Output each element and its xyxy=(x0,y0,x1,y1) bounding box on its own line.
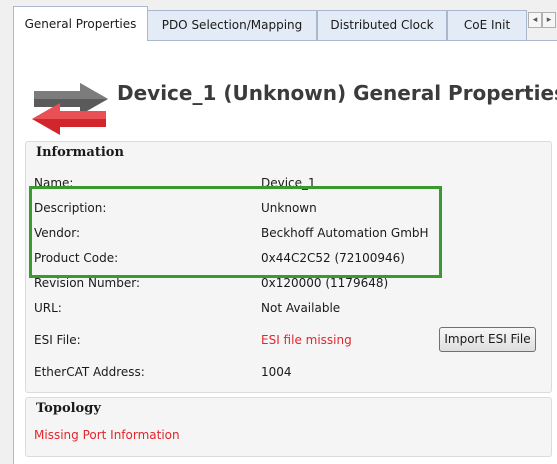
missing-port-information-text: Missing Port Information xyxy=(34,428,180,442)
tab-general-properties[interactable]: General Properties xyxy=(13,6,148,41)
info-row-product-code: Product Code: 0x44C2C52 (72100946) xyxy=(26,247,551,269)
product-code-value: 0x44C2C52 (72100946) xyxy=(261,251,405,265)
tab-pdo-selection-mapping[interactable]: PDO Selection/Mapping xyxy=(147,10,317,40)
import-esi-file-button[interactable]: Import ESI File xyxy=(439,327,536,352)
description-value: Unknown xyxy=(261,201,317,215)
ethercat-address-value: 1004 xyxy=(261,365,292,379)
url-label: URL: xyxy=(34,301,62,315)
name-value: Device_1 xyxy=(261,176,316,190)
ethercat-address-label: EtherCAT Address: xyxy=(34,365,145,379)
info-row-name: Name: Device_1 xyxy=(26,172,551,194)
info-row-revision-number: Revision Number: 0x120000 (1179648) xyxy=(26,272,551,294)
info-row-ethercat-address: EtherCAT Address: 1004 xyxy=(26,361,551,383)
tab-distributed-clock[interactable]: Distributed Clock xyxy=(317,10,447,40)
esi-file-label: ESI File: xyxy=(34,333,81,347)
topology-row: Missing Port Information xyxy=(26,424,551,446)
information-group-title: Information xyxy=(36,145,124,160)
revision-number-label: Revision Number: xyxy=(34,276,141,290)
page-title: Device_1 (Unknown) General Properties xyxy=(117,81,557,105)
tab-coe-init[interactable]: CoE Init xyxy=(447,10,527,40)
vendor-label: Vendor: xyxy=(34,226,80,240)
info-row-vendor: Vendor: Beckhoff Automation GmbH xyxy=(26,222,551,244)
info-row-description: Description: Unknown xyxy=(26,197,551,219)
name-label: Name: xyxy=(34,176,74,190)
information-group: Information Name: Device_1 Description: … xyxy=(25,141,552,393)
topology-group-title: Topology xyxy=(36,401,101,416)
revision-number-value: 0x120000 (1179648) xyxy=(261,276,389,290)
tab-scroll-left-button[interactable]: ◂ xyxy=(528,12,542,28)
product-code-label: Product Code: xyxy=(34,251,119,265)
info-row-esi-file: ESI File: ESI file missing Import ESI Fi… xyxy=(26,327,551,352)
tab-scroll-right-button[interactable]: ▸ xyxy=(542,12,556,28)
url-value: Not Available xyxy=(261,301,341,315)
tab-strip: General Properties PDO Selection/Mapping… xyxy=(0,0,557,41)
topology-group: Topology Missing Port Information xyxy=(25,397,552,457)
info-row-url: URL: Not Available xyxy=(26,297,551,319)
transfer-arrows-icon xyxy=(32,83,108,135)
general-properties-page: Device_1 (Unknown) General Properties In… xyxy=(13,40,557,464)
esi-file-status: ESI file missing xyxy=(261,333,352,347)
vendor-value: Beckhoff Automation GmbH xyxy=(261,226,429,240)
description-label: Description: xyxy=(34,201,107,215)
